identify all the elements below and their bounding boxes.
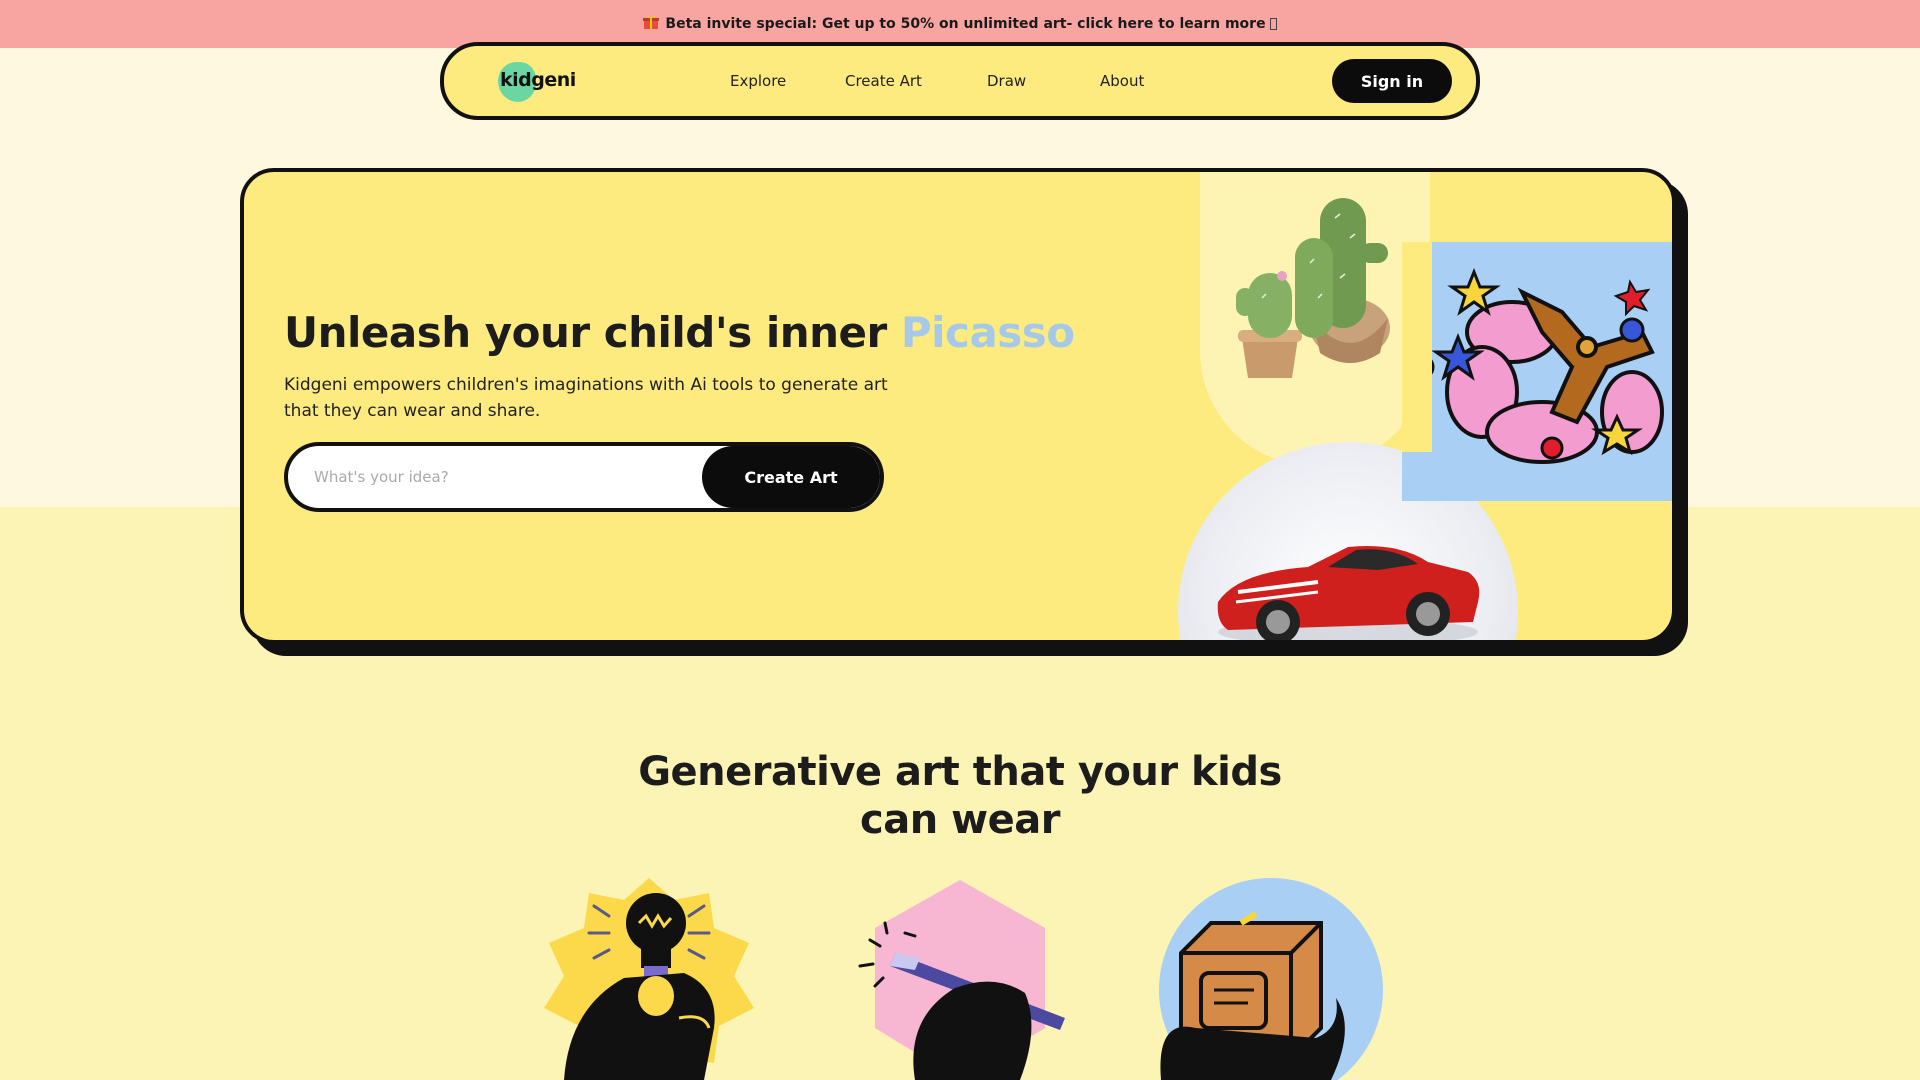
promo-text[interactable]: Beta invite special: Get up to 50% on un… — [665, 16, 1265, 32]
section-title: Generative art that your kids can wear — [560, 748, 1360, 844]
section-title-line1: Generative art that your kids — [638, 749, 1282, 795]
navbar: kidgeni Explore Create Art Draw About Si… — [440, 42, 1480, 120]
hero-card: Unleash your child's inner Picasso Kidge… — [240, 168, 1676, 644]
hero-title-accent: Picasso — [900, 308, 1075, 357]
nav-links: Explore Create Art Draw About — [444, 46, 1476, 116]
hero-title-text: Unleash your child's inner — [284, 308, 901, 357]
nav-link-draw[interactable]: Draw — [987, 72, 1026, 90]
missing-glyph-icon — [1269, 18, 1277, 30]
section-title-line2: can wear — [860, 797, 1060, 843]
idea-input[interactable] — [314, 464, 694, 490]
image-divider — [1402, 242, 1432, 452]
nav-link-about[interactable]: About — [1100, 72, 1144, 90]
promo-banner[interactable]: Beta invite special: Get up to 50% on un… — [0, 0, 1920, 48]
sign-in-button[interactable]: Sign in — [1332, 59, 1452, 103]
lightbulb-hand-icon — [534, 878, 764, 1080]
gift-icon — [643, 15, 660, 34]
idea-form: Create Art — [284, 442, 884, 512]
cactus-plant-image — [1200, 172, 1430, 466]
nav-link-explore[interactable]: Explore — [730, 72, 786, 90]
balloon-dog-art-image — [1402, 242, 1672, 501]
hero-description: Kidgeni empowers children's imaginations… — [284, 375, 888, 421]
package-hand-icon — [1156, 878, 1386, 1080]
hero-title: Unleash your child's inner Picasso — [284, 308, 1075, 357]
pencil-hand-icon — [845, 878, 1075, 1080]
create-art-button[interactable]: Create Art — [702, 446, 880, 508]
nav-link-create-art[interactable]: Create Art — [845, 72, 922, 90]
